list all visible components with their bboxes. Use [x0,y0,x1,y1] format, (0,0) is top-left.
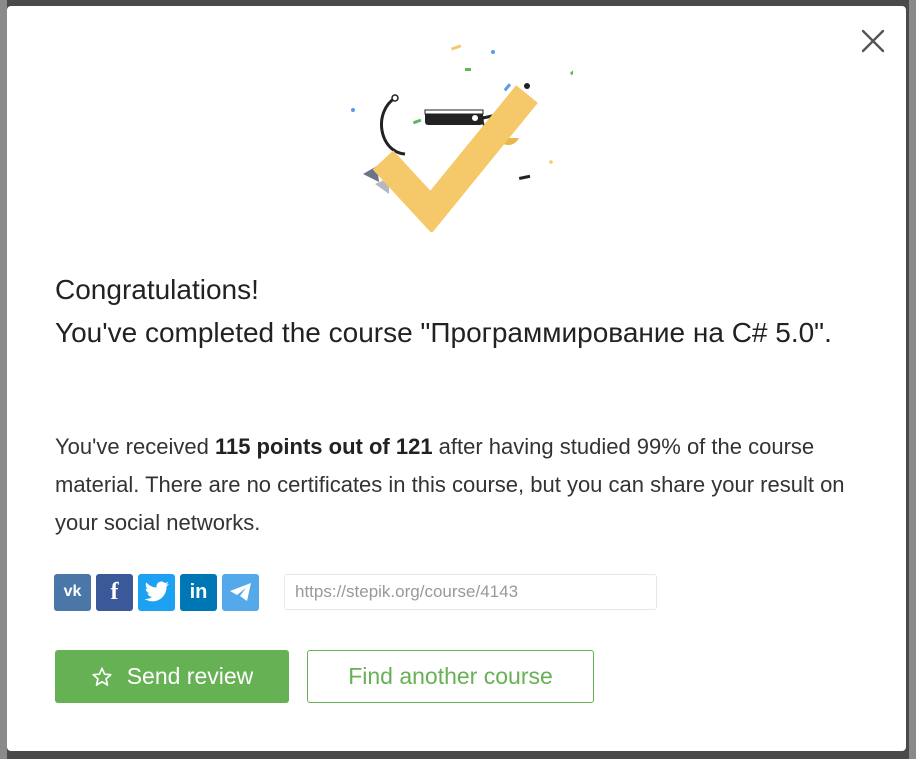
twitter-icon [144,581,169,602]
facebook-icon: f [110,578,119,605]
share-vk-button[interactable]: vk [54,573,91,611]
close-button[interactable] [860,28,886,54]
share-row: vk f in [54,573,657,611]
course-complete-modal: Congratulations! You've completed the co… [7,6,906,751]
backdrop-right [909,0,916,759]
title-congratulations: Congratulations! [55,274,259,305]
page-title: Congratulations! You've completed the co… [55,268,865,354]
share-telegram-button[interactable] [222,573,259,611]
linkedin-icon: in [189,580,208,603]
backdrop-left [0,0,7,759]
celebration-checkmark-illustration [351,44,573,232]
find-another-course-button[interactable]: Find another course [307,650,594,703]
share-linkedin-button[interactable]: in [180,573,217,611]
points-score: 115 points out of 121 [214,434,433,459]
find-course-label: Find another course [348,663,553,689]
share-twitter-button[interactable] [138,573,175,611]
title-course-completed: You've completed the course "Программиро… [55,317,832,348]
course-url-field[interactable] [284,574,657,610]
close-icon [861,29,885,53]
share-facebook-button[interactable]: f [96,573,133,611]
send-review-label: Send review [126,663,254,689]
telegram-icon [229,583,251,601]
star-icon [91,666,113,688]
completion-summary: You've received 115 points out of 121 af… [55,428,845,542]
summary-prefix: You've received [55,434,215,459]
send-review-button[interactable]: Send review [55,650,289,703]
vk-icon: vk [63,583,82,600]
